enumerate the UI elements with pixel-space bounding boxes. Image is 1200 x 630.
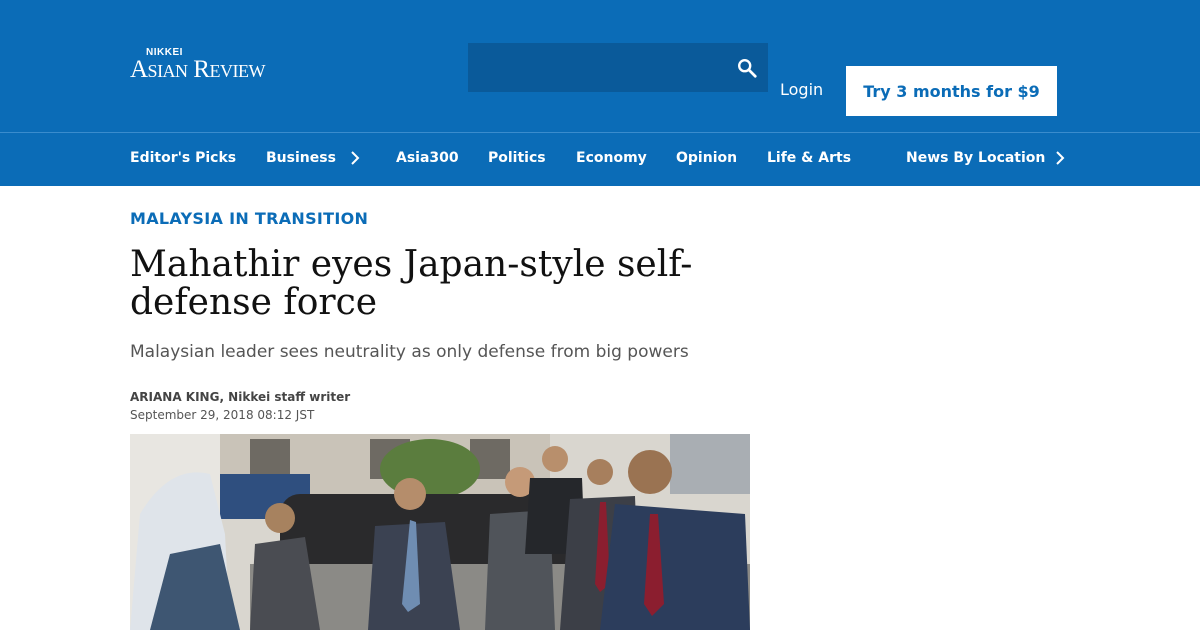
article-subheadline: Malaysian leader sees neutrality as only… [130, 342, 689, 362]
site-header: NIKKEI Asian Review Login Try 3 months f… [0, 0, 1200, 132]
login-link[interactable]: Login [780, 80, 823, 99]
article-photo [130, 434, 750, 630]
chevron-right-icon[interactable] [350, 151, 360, 165]
main-nav: Editor's Picks Business Asia300 Politics… [0, 133, 1200, 186]
search-box [468, 43, 768, 92]
search-input[interactable] [468, 43, 723, 92]
nav-item-life-arts[interactable]: Life & Arts [767, 150, 851, 166]
chevron-right-icon[interactable] [1055, 151, 1065, 165]
article-date: September 29, 2018 08:12 JST [130, 408, 315, 422]
article-photo-image [130, 434, 750, 630]
search-icon[interactable] [736, 57, 758, 79]
nav-item-economy[interactable]: Economy [576, 150, 647, 166]
nav-item-asia300[interactable]: Asia300 [396, 150, 459, 166]
nav-item-opinion[interactable]: Opinion [676, 150, 737, 166]
nav-item-news-by-location[interactable]: News By Location [906, 150, 1045, 166]
logo-brand-main: Asian Review [130, 56, 265, 83]
nav-item-politics[interactable]: Politics [488, 150, 546, 166]
article-headline: Mahathir eyes Japan-style self-defense f… [130, 244, 693, 323]
subscribe-button[interactable]: Try 3 months for $9 [846, 66, 1057, 116]
nav-item-business[interactable]: Business [266, 150, 336, 166]
article-kicker[interactable]: MALAYSIA IN TRANSITION [130, 209, 368, 228]
nav-item-editors-picks[interactable]: Editor's Picks [130, 150, 236, 166]
article-byline: ARIANA KING, Nikkei staff writer [130, 390, 351, 404]
site-logo[interactable]: NIKKEI Asian Review [130, 48, 265, 83]
